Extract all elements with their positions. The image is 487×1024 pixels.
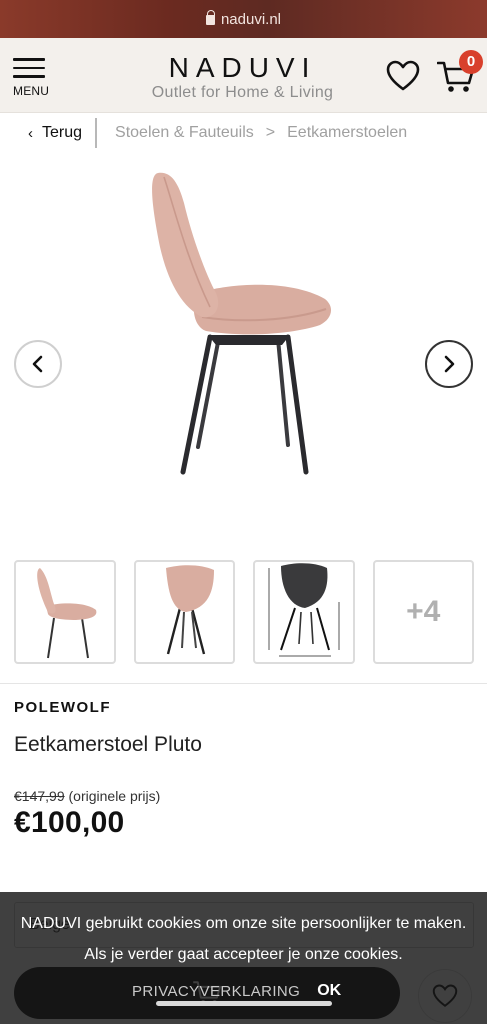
breadcrumb-item-stoelen[interactable]: Stoelen & Fauteuils [115, 124, 254, 142]
breadcrumb-separator: > [265, 124, 276, 141]
product-price: €100,00 [14, 806, 125, 839]
url-text: naduvi.nl [220, 10, 282, 28]
thumbnail-image [165, 565, 214, 655]
cart-count-badge: 0 [459, 50, 483, 74]
divider [0, 683, 487, 684]
cookie-ok-button[interactable]: OK [317, 982, 341, 1000]
chevron-right-icon [444, 355, 455, 373]
product-title: Eetkamerstoel Pluto [14, 733, 202, 756]
product-image-chair [152, 172, 332, 475]
hamburger-icon-bar [13, 66, 45, 69]
url-bar[interactable]: naduvi.nl [0, 0, 487, 38]
menu-button[interactable]: MENU [13, 58, 53, 100]
site-header: MENU NADUVI Outlet for Home & Living [0, 38, 487, 113]
cookie-message: NADUVI gebruikt cookies om onze site per… [20, 915, 467, 963]
cookie-actions: PRIVACYVERKLARING OK [132, 982, 341, 1000]
logo-tagline: Outlet for Home & Living [151, 84, 334, 101]
chevron-left-icon: ‹ [28, 124, 33, 142]
lock-icon [205, 10, 216, 25]
thumbnail-side[interactable] [14, 560, 116, 664]
privacy-link[interactable]: PRIVACYVERKLARING [132, 983, 300, 1000]
thumbnail-dimensions[interactable] [253, 560, 355, 664]
original-price-value: €147,99 [14, 788, 65, 804]
thumbnail-more[interactable]: +4 [372, 560, 474, 664]
original-price-note: (originele prijs) [68, 788, 161, 804]
hamburger-icon-bar [13, 75, 45, 78]
menu-label: MENU [13, 83, 50, 98]
gallery-next-button[interactable] [425, 340, 473, 388]
thumbnail-strip: +4 [14, 560, 474, 664]
product-gallery[interactable] [0, 153, 487, 548]
breadcrumb: ‹ Terug Stoelen & Fauteuils > Eetkamerst… [0, 113, 487, 153]
thumbnail-image [268, 563, 340, 657]
site-logo[interactable]: NADUVI Outlet for Home & Living [140, 52, 345, 102]
logo-brand: NADUVI [168, 52, 317, 83]
original-price: €147,99 (originele prijs) [14, 788, 160, 804]
back-link[interactable]: ‹ Terug [28, 124, 82, 142]
back-label: Terug [42, 124, 83, 141]
product-brand[interactable]: POLEWOLF [14, 699, 111, 716]
thumbnail-back[interactable] [133, 560, 235, 664]
thumbnail-image [37, 568, 97, 659]
home-indicator [156, 1001, 332, 1006]
breadcrumb-item-eetkamerstoelen[interactable]: Eetkamerstoelen [287, 124, 407, 142]
breadcrumb-divider [95, 118, 98, 148]
gallery-prev-button[interactable] [14, 340, 62, 388]
heart-icon[interactable] [386, 60, 420, 92]
chevron-left-icon [32, 355, 43, 373]
hamburger-icon [13, 58, 45, 61]
